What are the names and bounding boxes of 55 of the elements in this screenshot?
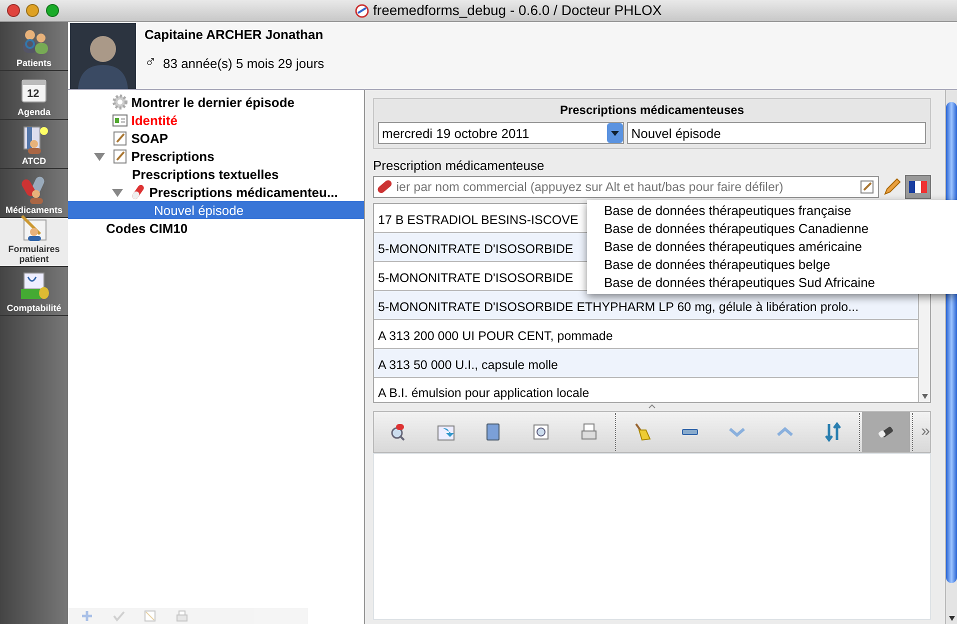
pencil-icon[interactable] (882, 177, 902, 198)
prescription-label: Prescription médicamenteuse (373, 156, 546, 175)
tree-item[interactable]: Prescriptions (68, 147, 364, 166)
sort-arrows-icon (822, 422, 843, 442)
male-symbol: ♂ (144, 53, 156, 74)
tree-item[interactable]: Prescriptions médicamenteu... (68, 183, 364, 202)
group-title: Prescriptions médicamenteuses (558, 102, 746, 119)
tree-item[interactable]: Nouvel épisode (68, 201, 364, 220)
more-button[interactable]: » (921, 420, 930, 444)
sidebar-item[interactable]: Comptabilité (0, 267, 68, 316)
minus-icon (682, 428, 698, 434)
app-icon (354, 2, 370, 18)
icon-number: 12 (27, 87, 40, 102)
notepad-icon (112, 130, 128, 146)
printer-icon (579, 422, 600, 442)
drug-search-field[interactable]: ier par nom commercial (appuyez sur Alt et haut/bas pour faire défiler) (373, 176, 878, 198)
check-icon[interactable] (112, 610, 124, 622)
notepad-icon (112, 148, 128, 164)
disclosure-triangle-icon[interactable] (112, 186, 123, 198)
notepad-icon (858, 179, 874, 196)
sidebar-item[interactable]: Formulaires patient (0, 218, 68, 267)
flag-button[interactable] (905, 175, 931, 200)
sidebar-item[interactable]: 12 Agenda (0, 71, 68, 120)
menu-item[interactable]: Base de données thérapeutiques Sud Africaine (587, 274, 957, 292)
tree-item[interactable]: Codes CIM10 (68, 219, 364, 238)
menu-item[interactable]: Base de données thérapeutiques belge (587, 256, 957, 274)
splitter-handle-icon[interactable] (648, 402, 656, 408)
patient-age: 83 année(s) 5 mois 29 jours (163, 54, 324, 73)
flag-icon (909, 181, 927, 194)
avatar (70, 23, 136, 89)
menu-item[interactable]: Base de données thérapeutiques française (587, 202, 957, 220)
disclosure-triangle-icon[interactable] (94, 150, 105, 162)
menu-item[interactable]: Base de données thérapeutiques américaine (587, 238, 957, 256)
patient-name: Capitaine ARCHER Jonathan (144, 26, 324, 44)
window-title: freemedforms_debug - 0.6.0 / Docteur PHLOX (373, 1, 662, 20)
sidebar-item[interactable]: ATCD (0, 120, 68, 169)
tree-item[interactable]: Identité (68, 111, 364, 130)
menu-item[interactable]: Base de données thérapeutiques Canadienne (587, 220, 957, 238)
zoom-button[interactable] (46, 4, 58, 17)
drug-list-item[interactable]: A B.I. émulsion pour application locale (374, 378, 918, 402)
tree-item[interactable]: Montrer le dernier épisode (68, 93, 364, 112)
tree-item[interactable]: Prescriptions textuelles (68, 165, 364, 184)
tree-item[interactable]: SOAP (68, 129, 364, 148)
gear-icon (112, 94, 128, 110)
episode-field[interactable]: Nouvel épisode (627, 122, 926, 144)
minimize-button[interactable] (26, 4, 39, 17)
pill-icon (377, 179, 393, 196)
close-button[interactable] (6, 4, 20, 17)
sidebar-item[interactable]: Patients (0, 22, 68, 71)
toolbar-button[interactable] (862, 412, 910, 452)
drug-list-item[interactable]: 5-MONONITRATE D'ISOSORBIDE ETHYPHARM LP 60 mg, gélule à libération prolo... (374, 290, 918, 320)
drug-list-item[interactable]: A 313 50 000 U.I., capsule molle (374, 348, 918, 378)
id-card-icon (112, 112, 128, 128)
date-dropdown[interactable]: mercredi 19 octobre 2011 (378, 122, 624, 144)
magnifier-document-icon (531, 422, 552, 442)
